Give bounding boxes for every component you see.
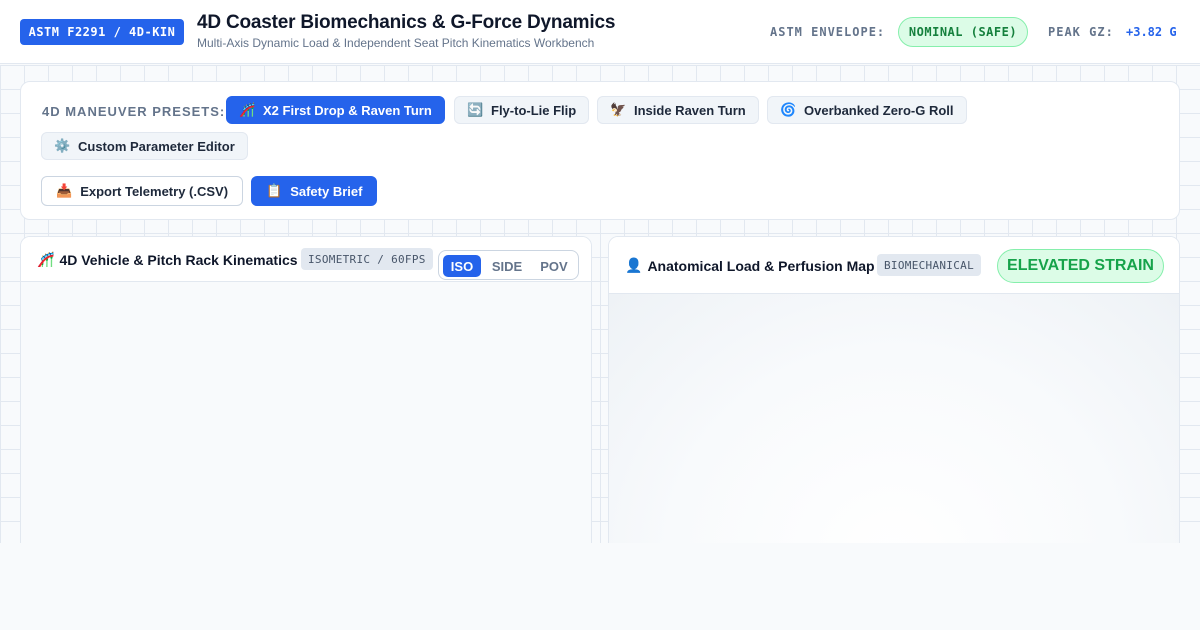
peak-gz-label: PEAK GZ: xyxy=(1048,25,1114,39)
preset-label: Overbanked Zero-G Roll xyxy=(804,102,954,118)
presets-card: 4D MANEUVER PRESETS: 🎢 X2 First Drop & R… xyxy=(20,81,1180,220)
strain-status-badge: ELEVATED STRAIN xyxy=(997,249,1164,283)
preset-inside-raven-turn-button[interactable]: 🦅 Inside Raven Turn xyxy=(597,96,759,124)
view-iso-button[interactable]: ISO xyxy=(443,255,481,277)
eagle-icon: 🦅 xyxy=(610,102,627,117)
safety-brief-button[interactable]: 📋 Safety Brief xyxy=(251,176,378,206)
export-telemetry-button[interactable]: 📥 Export Telemetry (.CSV) xyxy=(41,176,244,206)
person-silhouette-icon: 👤 xyxy=(625,257,643,273)
page-footer-area xyxy=(0,543,1200,630)
preset-label: Fly-to-Lie Flip xyxy=(491,102,577,118)
anatomy-title-text: Anatomical Load & Perfusion Map xyxy=(647,257,875,274)
app-title: 4D Coaster Biomechanics & G-Force Dynami… xyxy=(197,12,616,33)
safety-brief-label: Safety Brief xyxy=(290,183,363,199)
kinematics-title-text: 4D Vehicle & Pitch Rack Kinematics xyxy=(59,251,298,268)
kinematics-panel-header: 🎢 4D Vehicle & Pitch Rack Kinematics ISO… xyxy=(21,237,591,282)
anatomy-panel-title: 👤 Anatomical Load & Perfusion Map xyxy=(625,257,875,274)
anatomy-panel: 👤 Anatomical Load & Perfusion Map BIOMEC… xyxy=(608,236,1180,556)
envelope-label: ASTM ENVELOPE: xyxy=(770,25,886,39)
view-pov-button[interactable]: POV xyxy=(532,255,576,277)
clipboard-icon: 📋 xyxy=(266,183,283,198)
render-mode-tag: ISOMETRIC / 60FPS xyxy=(301,248,433,270)
roller-coaster-icon: 🎢 xyxy=(37,251,55,267)
preset-label: X2 First Drop & Raven Turn xyxy=(263,102,432,118)
view-side-button[interactable]: SIDE xyxy=(485,255,529,277)
presets-label: 4D MANEUVER PRESETS: xyxy=(42,104,226,119)
flip-arrows-icon: 🔄 xyxy=(467,102,484,117)
spiral-icon: 🌀 xyxy=(780,102,797,117)
preset-label: Custom Parameter Editor xyxy=(78,138,235,154)
preset-label: Inside Raven Turn xyxy=(634,102,746,118)
gear-icon: ⚙️ xyxy=(54,138,71,153)
kinematics-panel-title: 🎢 4D Vehicle & Pitch Rack Kinematics xyxy=(37,251,298,268)
preset-custom-parameter-editor-button[interactable]: ⚙️ Custom Parameter Editor xyxy=(41,132,248,160)
standard-badge: ASTM F2291 / 4D-KIN xyxy=(20,19,184,45)
biomechanical-tag: BIOMECHANICAL xyxy=(877,254,981,276)
anatomy-viewport[interactable] xyxy=(609,294,1179,555)
kinematics-viewport[interactable] xyxy=(21,282,591,555)
envelope-status-badge: NOMINAL (SAFE) xyxy=(898,17,1028,47)
app-header: ASTM F2291 / 4D-KIN 4D Coaster Biomechan… xyxy=(0,0,1200,64)
app-subtitle: Multi-Axis Dynamic Load & Independent Se… xyxy=(197,36,595,50)
view-mode-toggle: ISO SIDE POV xyxy=(438,250,579,280)
peak-gz-value: +3.82 G xyxy=(1126,25,1177,39)
preset-x2-first-drop-button[interactable]: 🎢 X2 First Drop & Raven Turn xyxy=(226,96,445,124)
kinematics-panel: 🎢 4D Vehicle & Pitch Rack Kinematics ISO… xyxy=(20,236,592,556)
export-telemetry-label: Export Telemetry (.CSV) xyxy=(80,183,229,199)
roller-coaster-icon: 🎢 xyxy=(239,102,256,117)
preset-overbanked-zero-g-roll-button[interactable]: 🌀 Overbanked Zero-G Roll xyxy=(767,96,967,124)
anatomy-panel-header: 👤 Anatomical Load & Perfusion Map BIOMEC… xyxy=(609,237,1179,294)
preset-fly-to-lie-flip-button[interactable]: 🔄 Fly-to-Lie Flip xyxy=(454,96,590,124)
inbox-tray-icon: 📥 xyxy=(56,183,73,198)
